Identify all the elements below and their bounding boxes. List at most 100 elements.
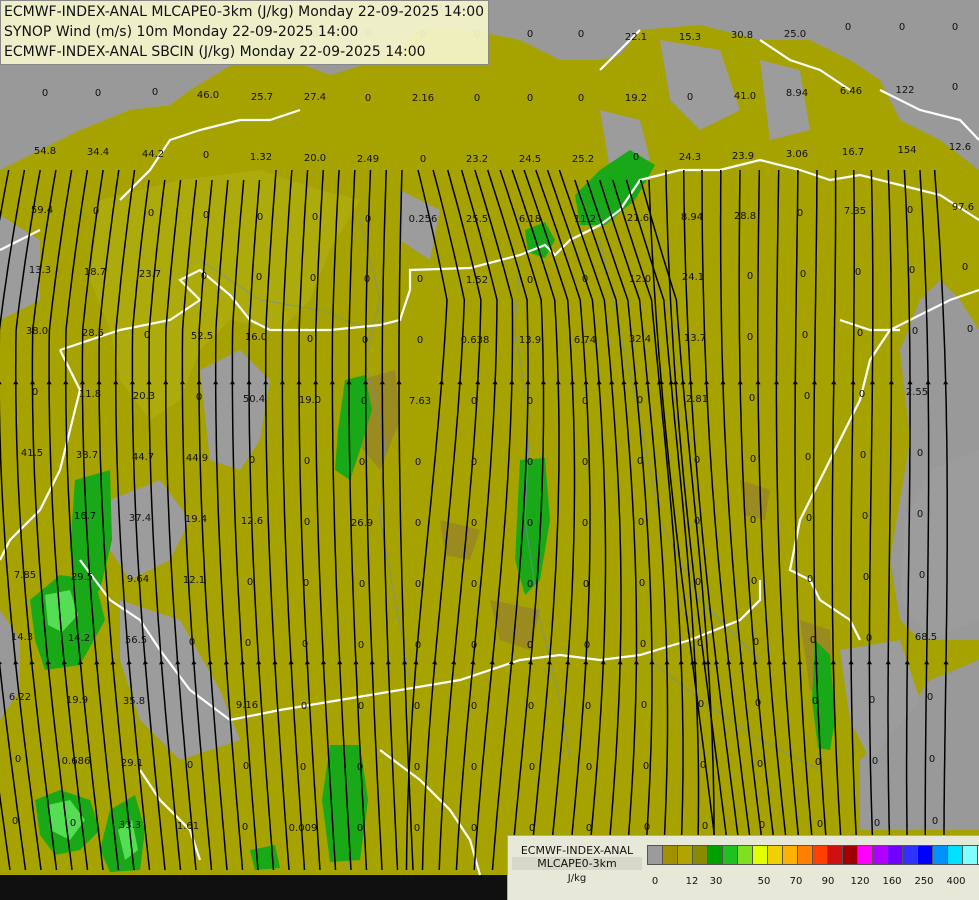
cin-value: 0 (527, 275, 533, 286)
cin-value: 0 (528, 701, 534, 712)
cin-value: 2.49 (357, 154, 379, 165)
cin-value: 0 (359, 579, 365, 590)
cin-value: 0.686 (62, 756, 91, 767)
cin-value: 9.16 (236, 700, 258, 711)
cin-value: 15.3 (679, 32, 701, 43)
cin-value: 13.3 (29, 265, 51, 276)
cin-value: 0 (695, 577, 701, 588)
cin-value: 19.9 (66, 695, 88, 706)
cin-value: 0 (644, 822, 650, 833)
cin-value: 0 (932, 816, 938, 827)
cin-value: 14.2 (68, 633, 90, 644)
cin-value: 0 (417, 274, 423, 285)
cin-value: 0 (249, 455, 255, 466)
cin-value: 0 (585, 701, 591, 712)
cin-value: 0 (300, 762, 306, 773)
cin-value: 0 (358, 640, 364, 651)
cin-value: 11.8 (79, 389, 101, 400)
legend-title-line2: MLCAPE0-3km (512, 857, 642, 870)
cin-value: 16.0 (245, 332, 267, 343)
cin-value: 0 (189, 637, 195, 648)
cin-value: 0 (247, 577, 253, 588)
cin-value: 0 (753, 637, 759, 648)
cin-value: 0 (578, 93, 584, 104)
cin-value: 0 (474, 93, 480, 104)
cin-value: 0 (797, 208, 803, 219)
cin-value: 50.4 (243, 394, 265, 405)
cin-value: 0 (527, 640, 533, 651)
cin-value: 0 (583, 579, 589, 590)
legend-tick: 160 (882, 876, 902, 887)
color-legend: ECMWF-INDEX-ANAL MLCAPE0-3km J/kg 0 12 30 5… (507, 835, 979, 900)
cin-value: 44.7 (132, 452, 154, 463)
cin-value: 0 (414, 701, 420, 712)
legend-swatch (872, 845, 888, 865)
cin-value: 0 (815, 757, 821, 768)
cin-value: 0 (812, 696, 818, 707)
cin-value: 0 (365, 93, 371, 104)
cin-value: 0 (643, 761, 649, 772)
cin-value: 0 (866, 633, 872, 644)
cin-value: 6.74 (574, 335, 596, 346)
cin-value: 14.3 (11, 632, 33, 643)
legend-tick: 250 (914, 876, 934, 887)
cin-value: 0 (899, 22, 905, 33)
cin-value: 0 (586, 823, 592, 834)
cin-value: 19.4 (185, 514, 207, 525)
cin-value: 0 (929, 754, 935, 765)
cin-value: 122 (895, 85, 914, 96)
cin-value: 25.7 (251, 92, 273, 103)
cin-value: 0 (802, 330, 808, 341)
cin-value: 44.2 (142, 149, 164, 160)
cin-value: 0 (527, 518, 533, 529)
cin-value: 16.7 (842, 147, 864, 158)
cin-value: 20.0 (304, 153, 326, 164)
cin-value: 0 (967, 324, 973, 335)
cin-value: 0 (529, 823, 535, 834)
cin-value: 0 (527, 457, 533, 468)
cin-value: 0 (800, 269, 806, 280)
cin-value: 0 (637, 456, 643, 467)
legend-swatch (752, 845, 768, 865)
cin-value: 1.32 (250, 152, 272, 163)
cin-value: 0 (70, 818, 76, 829)
cin-value: 1.61 (177, 821, 199, 832)
cin-value: 1.52 (466, 275, 488, 286)
cin-value: 0 (203, 210, 209, 221)
cin-value: 0 (471, 762, 477, 773)
cin-value: 0 (417, 335, 423, 346)
legend-tick: 90 (821, 876, 835, 887)
legend-ticks: 0 12 30 50 70 90 120 160 250 400 (647, 876, 977, 890)
legend-swatch (662, 845, 678, 865)
cin-value: 0 (810, 635, 816, 646)
map-title-box: ECMWF-INDEX-ANAL MLCAPE0-3km (J/kg) Mond… (0, 0, 490, 65)
cin-value: 0 (471, 396, 477, 407)
cin-value: 0 (415, 640, 421, 651)
cin-value: 6.18 (519, 214, 541, 225)
legend-tick: 0 (651, 876, 659, 887)
cin-value: 0 (187, 760, 193, 771)
cin-value: 0 (633, 152, 639, 163)
cin-value: 0 (927, 692, 933, 703)
cin-value: 34.4 (87, 147, 109, 158)
cin-value: 0 (751, 576, 757, 587)
cin-value: 19.2 (625, 93, 647, 104)
cin-value: 44.9 (186, 453, 208, 464)
cin-value: 0 (874, 818, 880, 829)
cin-value: 41.5 (21, 448, 43, 459)
cin-value: 0 (42, 88, 48, 99)
legend-swatch (737, 845, 753, 865)
cin-value: 0 (638, 517, 644, 528)
cin-value: 0 (304, 456, 310, 467)
cin-value: 0 (641, 700, 647, 711)
cin-value: 0 (201, 271, 207, 282)
cin-value: 68.5 (915, 632, 937, 643)
cin-value: 8.94 (681, 212, 703, 223)
legend-swatch (917, 845, 933, 865)
cin-value: 13.9 (519, 335, 541, 346)
cin-value: 32.4 (629, 334, 651, 345)
cin-value: 0 (755, 698, 761, 709)
cin-value: 35.8 (123, 696, 145, 707)
cin-value: 33.3 (119, 820, 141, 831)
legend-swatch (647, 845, 663, 865)
